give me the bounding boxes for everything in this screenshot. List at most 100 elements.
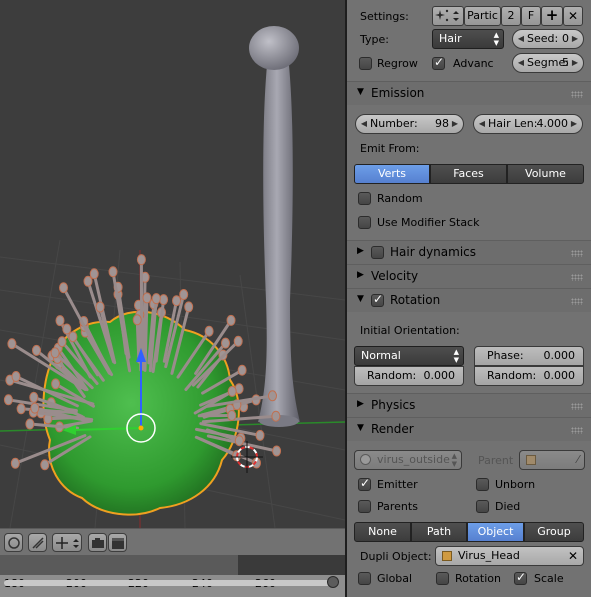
render-clapper-button[interactable] bbox=[108, 533, 127, 552]
phase-random-field[interactable]: Random: 0.000 bbox=[474, 366, 584, 386]
rotation-panel-header[interactable]: ▼ ✓ Rotation bbox=[347, 288, 591, 312]
decrement-icon[interactable]: ◀ bbox=[516, 54, 526, 72]
hair-tip bbox=[108, 266, 118, 278]
close-icon[interactable]: ✕ bbox=[568, 547, 578, 565]
parent-object-field[interactable]: ⁄ bbox=[519, 450, 585, 470]
orientation-dropdown[interactable]: Normal ▲ ▼ bbox=[354, 346, 464, 366]
type-dropdown[interactable]: Hair ▲ ▼ bbox=[432, 29, 504, 49]
phase-field[interactable]: Phase: 0.000 bbox=[474, 346, 584, 366]
number-field[interactable]: ◀ Number: 98 ▶ bbox=[355, 114, 464, 134]
render-as-path[interactable]: Path bbox=[411, 522, 467, 542]
timeline-scrollbar[interactable] bbox=[4, 580, 330, 586]
render-as-none[interactable]: None bbox=[354, 522, 411, 542]
hair-tip bbox=[226, 314, 236, 326]
unborn-label: Unborn bbox=[495, 478, 536, 491]
rotation-render-label: Rotation bbox=[455, 572, 502, 585]
material-dropdown[interactable]: virus_outside ▲ ▼ bbox=[354, 450, 462, 470]
emit-from-verts[interactable]: Verts bbox=[354, 164, 430, 184]
advanced-label: Advanc bbox=[453, 57, 494, 70]
increment-icon[interactable]: ▶ bbox=[570, 54, 580, 72]
advanced-checkbox[interactable]: ✓ bbox=[432, 55, 445, 70]
emitter-checkbox[interactable]: ✓ bbox=[358, 476, 371, 491]
decrement-icon[interactable]: ◀ bbox=[477, 115, 487, 133]
seed-value: 0 bbox=[562, 32, 569, 45]
unborn-checkbox[interactable] bbox=[476, 478, 489, 491]
3d-viewport[interactable] bbox=[0, 0, 345, 528]
expanded-triangle-icon: ▼ bbox=[357, 423, 364, 433]
pivot-button[interactable] bbox=[28, 533, 47, 552]
hair-dynamics-checkbox[interactable] bbox=[371, 246, 384, 259]
number-label: Number: bbox=[370, 117, 418, 130]
died-checkbox[interactable] bbox=[476, 500, 489, 513]
drag-grip-icon[interactable] bbox=[571, 250, 583, 257]
velocity-panel-header[interactable]: ▶ Velocity bbox=[347, 264, 591, 288]
add-settings-button[interactable]: + bbox=[541, 6, 563, 26]
fake-user-button[interactable]: F bbox=[521, 6, 541, 26]
rotation-checkbox[interactable]: ✓ bbox=[371, 292, 384, 307]
timeline[interactable]: 180 200 220 240 260 bbox=[0, 555, 345, 597]
parents-checkbox[interactable] bbox=[358, 500, 371, 513]
hair-tip bbox=[32, 344, 41, 356]
hair-tip bbox=[50, 347, 60, 359]
number-value: 98 bbox=[435, 117, 449, 130]
cube-icon bbox=[526, 455, 536, 465]
physics-panel-header[interactable]: ▶ Physics bbox=[347, 393, 591, 417]
emission-title: Emission bbox=[371, 86, 425, 100]
hair-tip bbox=[272, 445, 282, 457]
rotation-render-checkbox[interactable] bbox=[436, 572, 449, 585]
seed-field[interactable]: ◀ Seed: 0 ▶ bbox=[512, 29, 584, 49]
drag-grip-icon[interactable] bbox=[571, 298, 583, 305]
random-checkbox[interactable] bbox=[358, 192, 371, 205]
material-icon bbox=[360, 454, 371, 465]
dupli-object-field[interactable]: Virus_Head ✕ bbox=[435, 546, 584, 566]
render-camera-button[interactable] bbox=[88, 533, 107, 552]
died-label: Died bbox=[495, 500, 521, 513]
check-icon: ✓ bbox=[434, 55, 445, 69]
phase-label: Phase: bbox=[487, 349, 524, 362]
unlink-settings-button[interactable]: ✕ bbox=[563, 6, 583, 26]
increment-icon[interactable]: ▶ bbox=[570, 30, 580, 48]
orientation-random-label: Random: bbox=[367, 369, 417, 382]
hair-tip bbox=[83, 275, 93, 287]
increment-icon[interactable]: ▶ bbox=[569, 115, 579, 133]
use-modifier-stack-checkbox[interactable] bbox=[358, 216, 371, 229]
render-as-object[interactable]: Object bbox=[467, 522, 524, 542]
drag-grip-icon[interactable] bbox=[571, 274, 583, 281]
render-as-group[interactable]: Group bbox=[524, 522, 584, 542]
increment-icon[interactable]: ▶ bbox=[450, 115, 460, 133]
render-panel-header[interactable]: ▼ Render bbox=[347, 417, 591, 441]
emission-panel-header[interactable]: ▼ Emission bbox=[347, 81, 591, 105]
physics-title: Physics bbox=[371, 398, 416, 412]
hair-tip bbox=[3, 394, 13, 406]
scale-checkbox[interactable]: ✓ bbox=[514, 570, 527, 585]
parents-label: Parents bbox=[377, 500, 418, 513]
timeline-scroll-knob[interactable] bbox=[327, 576, 339, 588]
drag-grip-icon[interactable] bbox=[571, 427, 583, 434]
manipulator-dropdown[interactable] bbox=[52, 533, 82, 552]
timeline-range bbox=[238, 555, 345, 575]
orientation-random-field[interactable]: Random: 0.000 bbox=[354, 366, 464, 386]
hair-tip bbox=[95, 301, 105, 313]
particle-settings-name[interactable]: Partic bbox=[464, 6, 501, 26]
users-count[interactable]: 2 bbox=[501, 6, 521, 26]
hair-tip bbox=[40, 459, 50, 471]
hair-tip bbox=[55, 315, 65, 327]
hair-dynamics-panel-header[interactable]: ▶ Hair dynamics bbox=[347, 240, 591, 264]
decrement-icon[interactable]: ◀ bbox=[359, 115, 369, 133]
hair-tip bbox=[255, 429, 265, 441]
shading-sphere-button[interactable] bbox=[4, 533, 23, 552]
expanded-triangle-icon: ▼ bbox=[357, 294, 364, 304]
segments-field[interactable]: ◀ Segme: 5 ▶ bbox=[512, 53, 584, 73]
stem-object[interactable] bbox=[249, 26, 300, 427]
regrow-checkbox[interactable] bbox=[359, 57, 372, 70]
global-checkbox[interactable] bbox=[358, 572, 371, 585]
drag-grip-icon[interactable] bbox=[571, 91, 583, 98]
decrement-icon[interactable]: ◀ bbox=[516, 30, 526, 48]
emit-from-faces[interactable]: Faces bbox=[430, 164, 507, 184]
particle-settings-browse[interactable] bbox=[432, 6, 464, 26]
hair-length-field[interactable]: ◀ Hair Len: 4.000 ▶ bbox=[473, 114, 583, 134]
hair-tip bbox=[204, 325, 214, 337]
drag-grip-icon[interactable] bbox=[571, 403, 583, 410]
emit-from-volume[interactable]: Volume bbox=[507, 164, 584, 184]
pivot-icon bbox=[32, 537, 44, 549]
